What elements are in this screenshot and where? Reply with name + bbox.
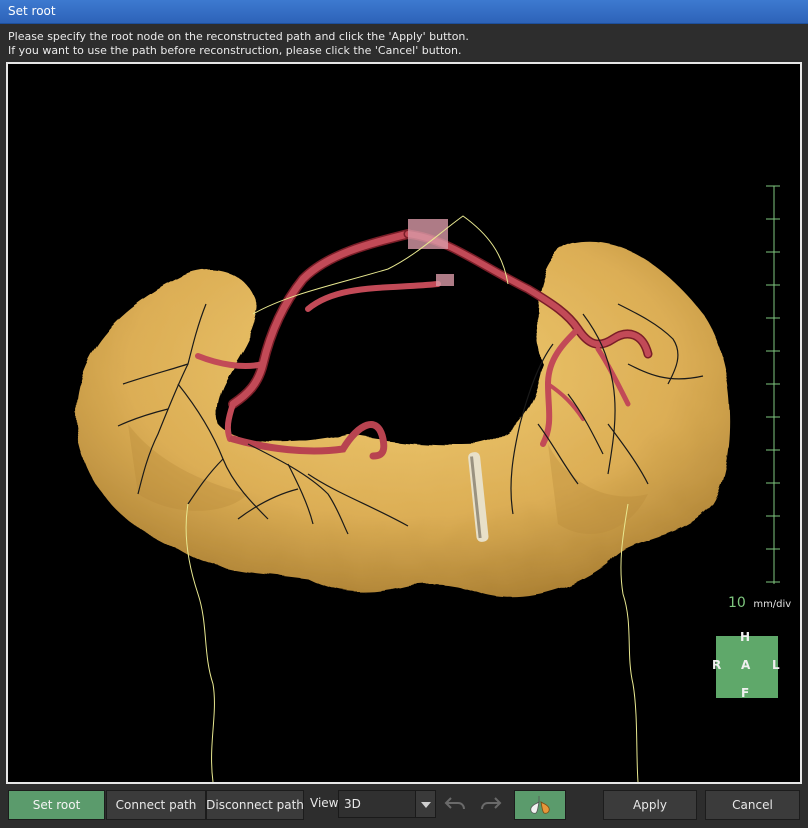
set-root-button[interactable]: Set root	[8, 790, 105, 820]
connect-path-button[interactable]: Connect path	[106, 790, 206, 820]
scale-ruler-ticks	[766, 185, 780, 583]
orientation-right: L	[772, 658, 780, 672]
cancel-button[interactable]: Cancel	[705, 790, 800, 820]
apply-button[interactable]: Apply	[603, 790, 697, 820]
lung-display-icon[interactable]	[514, 790, 566, 820]
instruction-line-1: Please specify the root node on the reco…	[8, 30, 469, 43]
orientation-center: A	[741, 658, 751, 672]
bottom-toolbar: Set root Connect path Disconnect path Vi…	[0, 786, 808, 828]
instruction-line-2: If you want to use the path before recon…	[8, 44, 462, 57]
view-label: View	[310, 796, 339, 810]
window-title: Set root	[0, 0, 808, 24]
instruction-text: Please specify the root node on the reco…	[8, 30, 800, 58]
redo-icon[interactable]	[478, 792, 504, 816]
orientation-top: H	[740, 630, 751, 644]
view-select-value: 3D	[344, 797, 361, 811]
disconnect-path-button[interactable]: Disconnect path	[206, 790, 304, 820]
orientation-left: R	[712, 658, 722, 672]
3d-viewport[interactable]: 10 mm/div H R A L F	[6, 62, 802, 784]
scale-label: 10 mm/div	[728, 595, 791, 611]
scale-unit: mm/div	[753, 599, 792, 610]
organ-surface	[75, 242, 731, 598]
chevron-down-icon[interactable]	[415, 791, 435, 817]
organ-rendering[interactable]	[8, 64, 800, 782]
scale-value: 10	[728, 595, 746, 611]
orientation-cube[interactable]: H R A L F	[712, 630, 780, 700]
orientation-bottom: F	[741, 686, 750, 700]
undo-icon[interactable]	[442, 792, 468, 816]
view-select[interactable]: 3D	[338, 790, 436, 818]
